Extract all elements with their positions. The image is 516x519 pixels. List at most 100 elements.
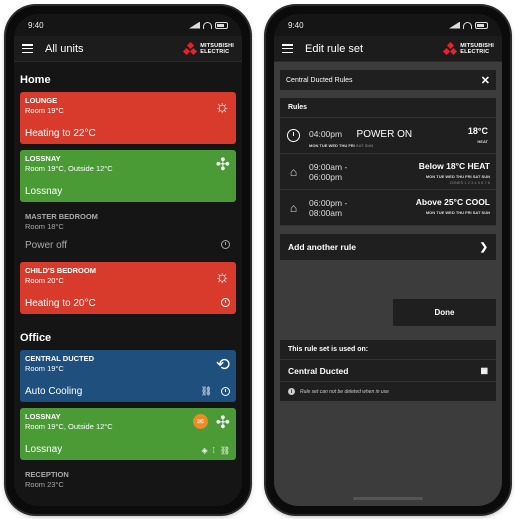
thermometer-house-icon: ⌂ — [289, 164, 298, 179]
unit-status: Heating to 22°C — [25, 128, 96, 139]
used-on-item[interactable]: Central Ducted ▦ — [280, 360, 496, 382]
page-title: Edit rule set — [305, 42, 364, 55]
unit-room-temp: Room 20°C — [25, 276, 64, 285]
status-bar: 9:40 — [274, 14, 502, 36]
unit-name: CHILD'S BEDROOM — [25, 266, 96, 275]
close-icon[interactable]: ✕ — [481, 74, 490, 87]
screen-all-units: 9:40 All units MITSUBISHI ELECTRIC Home … — [14, 14, 242, 506]
note-text: Rule set can not be deleted when in use — [300, 388, 389, 395]
auto-cycle-icon: ⟲ — [215, 355, 230, 374]
rule-title: Above 25°C COOL — [415, 197, 490, 207]
rule-action: POWER ON — [356, 128, 413, 140]
rule-days: MON TUE WED THU FRI SAT SUN — [425, 210, 490, 215]
rule-zones: ZONES 1 2 3 4 5 6 7 8 — [449, 180, 490, 185]
unit-name: CENTRAL DUCTED — [25, 354, 95, 363]
unit-card-central-ducted[interactable]: CENTRAL DUCTED Room 19°C Auto Cooling ⟲ … — [20, 350, 236, 402]
unit-name: LOSSNAY — [25, 154, 61, 163]
rule-days-on: MON TUE WED THU FRI — [309, 142, 355, 148]
section-office: Office — [20, 332, 52, 344]
status-time: 9:40 — [288, 20, 304, 30]
timer-icon — [221, 298, 230, 309]
brand-logo: MITSUBISHI ELECTRIC — [443, 41, 494, 55]
rule-days: MON TUE WED THU FRI SAT SUN — [425, 174, 490, 179]
thermometer-house-icon: ⌂ — [289, 200, 298, 215]
ventilation-fan-icon: ✣ — [215, 155, 230, 174]
battery-icon — [475, 21, 488, 29]
timer-icon — [221, 240, 230, 251]
status-icons — [189, 21, 228, 29]
ruleset-name[interactable]: Central Ducted Rules — [286, 77, 353, 84]
unit-card-lounge[interactable]: LOUNGE Room 19°C Heating to 22°C ☼ — [20, 92, 236, 144]
rule-time-to: 08:00am — [309, 207, 343, 218]
rule-mode: HEAT — [477, 139, 488, 144]
chevron-right-icon: ❯ — [479, 241, 488, 253]
unit-status: Lossnay — [25, 186, 63, 197]
unit-status: Auto Cooling — [25, 386, 83, 397]
brand-line-2: ELECTRIC — [460, 48, 490, 55]
logo-diamonds-icon — [443, 41, 458, 55]
rule-row-below-heat[interactable]: ⌂ 09:00am - 06:00pm Below 18°C HEAT MON … — [280, 154, 496, 190]
brand-line-1: MITSUBISHI — [460, 42, 494, 49]
page-title: All units — [45, 42, 84, 55]
unit-card-childs-bedroom[interactable]: CHILD'S BEDROOM Room 20°C Heating to 20°… — [20, 262, 236, 314]
unit-room-temp: Room 18°C — [25, 222, 64, 231]
rule-days-off: SAT SUN — [355, 142, 374, 148]
heat-sun-icon: ☼ — [214, 267, 230, 286]
filter-icon: ⁞ — [212, 446, 215, 455]
unit-room-temp: Room 19°C — [25, 106, 64, 115]
screen-edit-rule-set: 9:40 Edit rule set MITSUBISHI ELECTRIC C… — [274, 14, 502, 506]
delete-note: i Rule set can not be deleted when in us… — [280, 382, 496, 401]
info-icon: i — [288, 388, 295, 395]
brand-line-1: MITSUBISHI — [200, 42, 234, 49]
rule-row-above-cool[interactable]: ⌂ 06:00pm - 08:00am Above 25°C COOL MON … — [280, 190, 496, 226]
sensor-icon: ◈ — [201, 446, 208, 455]
used-on-unit: Central Ducted — [288, 365, 349, 376]
unit-card-master-bedroom[interactable]: MASTER BEDROOM Room 18°C Power off — [20, 208, 236, 256]
menu-icon[interactable] — [282, 44, 293, 53]
rule-temp: 18°C — [467, 126, 488, 136]
rule-row-power-on[interactable]: 04:00pm POWER ON MON TUE WED THU FRI SAT… — [280, 118, 496, 154]
rules-header: Rules — [280, 98, 496, 118]
rules-panel: Rules 04:00pm POWER ON MON TUE WED THU F… — [280, 98, 496, 226]
stage: 9:40 All units MITSUBISHI ELECTRIC Home … — [0, 0, 516, 519]
unit-room-temp: Room 19°C — [25, 364, 64, 373]
unit-card-lossnay-office[interactable]: LOSSNAY Room 19°C, Outside 12°C Lossnay … — [20, 408, 236, 460]
phone-edit-rule-set: 9:40 Edit rule set MITSUBISHI ELECTRIC C… — [266, 6, 510, 514]
brand-logo: MITSUBISHI ELECTRIC — [183, 41, 234, 55]
signal-icon — [449, 21, 460, 29]
used-on-header: This rule set is used on: — [280, 340, 496, 360]
link-icon: ⛓ — [219, 446, 230, 455]
unit-status: Lossnay — [25, 444, 63, 455]
timer-icon — [221, 387, 230, 396]
rule-set-body: Central Ducted Rules ✕ Rules 04:00pm POW… — [274, 62, 502, 506]
wifi-icon — [203, 21, 212, 29]
rule-time: 04:00pm — [309, 128, 343, 139]
link-icon: ⛓ — [200, 386, 212, 396]
unit-status: Power off — [25, 240, 68, 251]
logo-diamonds-icon — [183, 41, 198, 55]
unit-room-temp: Room 23°C — [25, 480, 64, 489]
unit-name: MASTER BEDROOM — [25, 212, 98, 221]
heat-sun-icon: ☼ — [214, 97, 230, 116]
unit-card-reception[interactable]: RECEPTION Room 23°C — [20, 466, 236, 506]
done-button[interactable]: Done — [393, 299, 496, 326]
unit-card-lossnay-home[interactable]: LOSSNAY Room 19°C, Outside 12°C Lossnay … — [20, 150, 236, 202]
menu-icon[interactable] — [22, 44, 33, 53]
rule-time-to: 06:00pm — [309, 171, 343, 182]
app-bar: All units MITSUBISHI ELECTRIC — [14, 36, 242, 62]
clock-icon — [287, 129, 300, 142]
signal-icon — [189, 21, 200, 29]
filter-alert-icon: ✉ — [193, 414, 208, 429]
add-rule-label: Add another rule — [288, 242, 357, 252]
add-rule-button[interactable]: Add another rule ❯ — [280, 234, 496, 260]
status-bar: 9:40 — [14, 14, 242, 36]
used-on-panel: This rule set is used on: Central Ducted… — [280, 340, 496, 401]
status-time: 9:40 — [28, 20, 44, 30]
rule-time-from: 09:00am - — [309, 161, 348, 172]
brand-line-2: ELECTRIC — [200, 48, 230, 55]
wifi-icon — [463, 21, 472, 29]
status-icons — [449, 21, 488, 29]
ventilation-fan-icon: ✣ — [215, 413, 230, 432]
phone-all-units: 9:40 All units MITSUBISHI ELECTRIC Home … — [6, 6, 250, 514]
grid-icon: ▦ — [480, 366, 488, 375]
